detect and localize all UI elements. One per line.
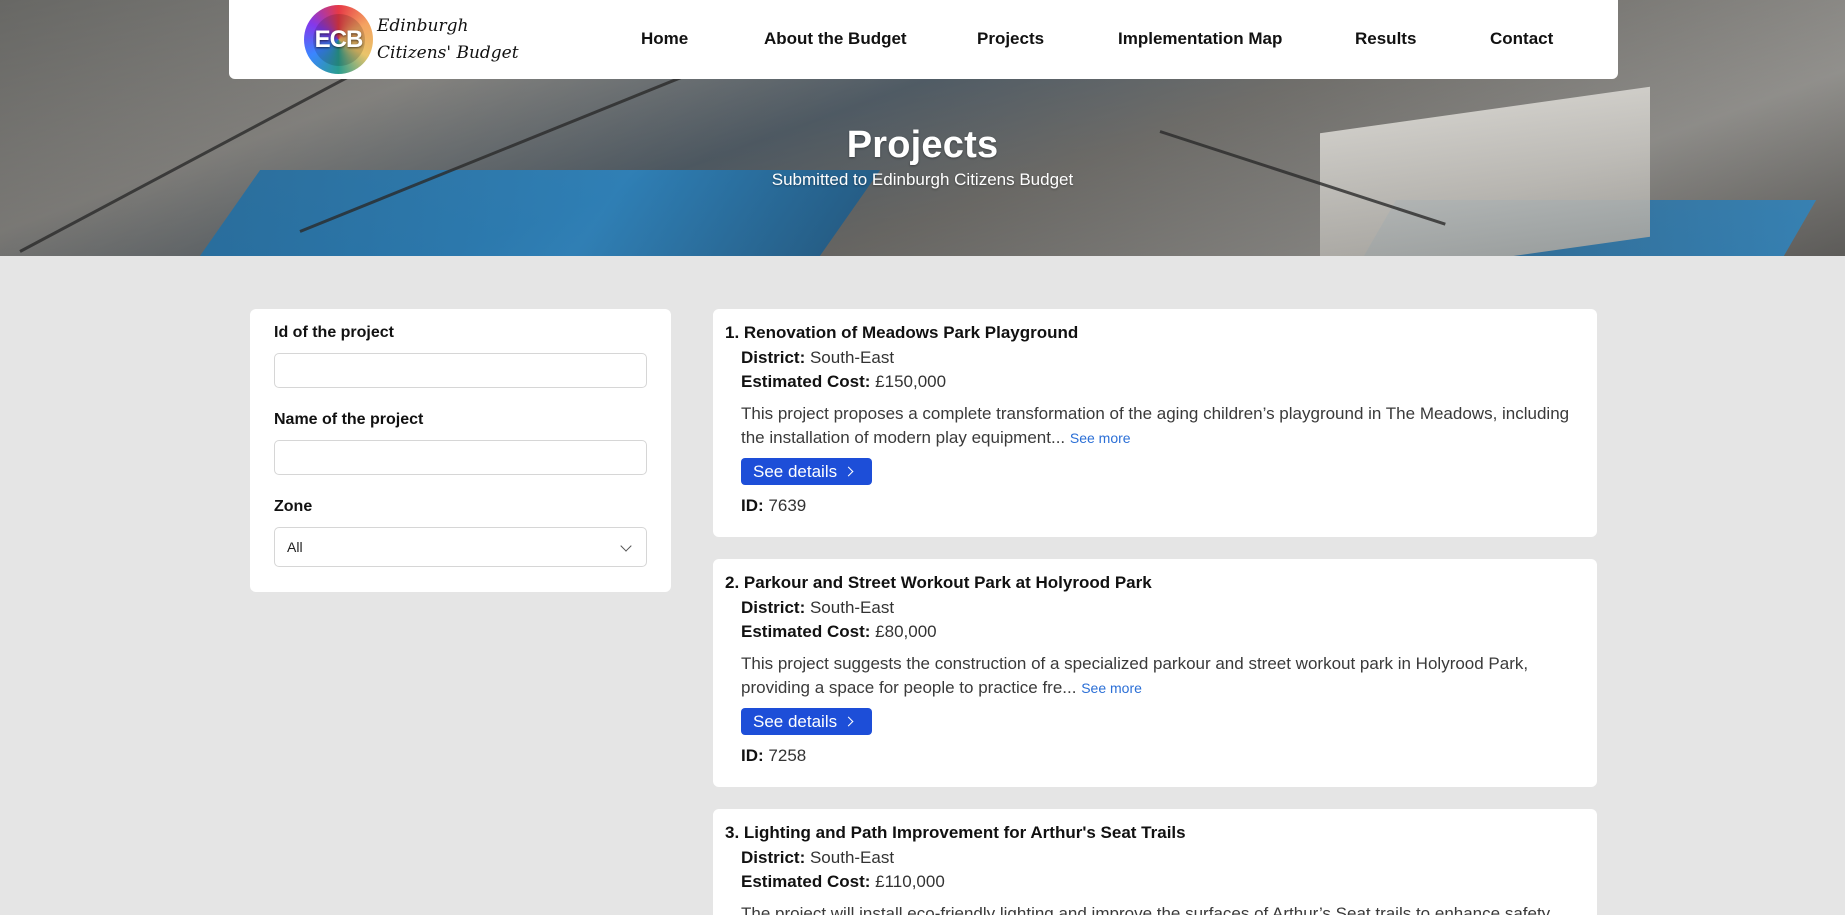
nav-contact[interactable]: Contact [1490, 29, 1553, 49]
project-id-input[interactable] [274, 353, 647, 388]
district-label: District: [741, 848, 806, 867]
project-card: 1. Renovation of Meadows Park Playground… [713, 309, 1597, 537]
district-value: South-East [809, 848, 895, 867]
page-title: Projects [846, 124, 999, 166]
nav-projects[interactable]: Projects [977, 29, 1044, 49]
project-description: The project will install eco-friendly li… [741, 902, 1586, 915]
logo-line-1: Edinburgh [377, 16, 469, 36]
nav-results[interactable]: Results [1355, 29, 1416, 49]
chevron-right-icon [843, 466, 854, 477]
see-more-link[interactable]: See more [1070, 430, 1131, 446]
project-id: ID: 7258 [741, 746, 806, 766]
project-card: 3. Lighting and Path Improvement for Art… [713, 809, 1597, 915]
cost-label: Estimated Cost: [741, 372, 871, 391]
project-cost: Estimated Cost: £110,000 [741, 872, 945, 892]
project-district: District: South-East [741, 348, 894, 368]
project-name-input[interactable] [274, 440, 647, 475]
nav-implementation-map[interactable]: Implementation Map [1118, 29, 1282, 49]
cost-value: £110,000 [875, 872, 945, 891]
nav-about-budget[interactable]: About the Budget [764, 29, 907, 49]
see-details-button[interactable]: See details [741, 708, 872, 735]
project-description: This project suggests the construction o… [741, 652, 1586, 700]
zone-select[interactable]: All [274, 527, 647, 567]
project-card: 2. Parkour and Street Workout Park at Ho… [713, 559, 1597, 787]
project-cost: Estimated Cost: £150,000 [741, 372, 946, 392]
project-description: This project proposes a complete transfo… [741, 402, 1586, 450]
zone-select-value: All [287, 539, 303, 555]
id-value: 7639 [768, 496, 807, 515]
zone-label: Zone [274, 498, 313, 515]
project-title[interactable]: 2. Parkour and Street Workout Park at Ho… [725, 573, 1152, 593]
top-navbar: ECB Edinburgh Citizens' Budget Home Abou… [229, 0, 1618, 79]
filter-panel: Id of the project Name of the project Zo… [250, 309, 671, 592]
cost-value: £150,000 [875, 372, 947, 391]
description-text: This project proposes a complete transfo… [741, 404, 1570, 447]
district-value: South-East [809, 348, 895, 367]
project-title[interactable]: 3. Lighting and Path Improvement for Art… [725, 823, 1186, 843]
project-name-label: Name of the project [274, 411, 424, 428]
district-value: South-East [809, 598, 895, 617]
chevron-right-icon [843, 716, 854, 727]
logo-initials: ECB [312, 13, 365, 66]
id-label: ID: [741, 496, 764, 515]
description-text: The project will install eco-friendly li… [741, 904, 1551, 915]
cost-label: Estimated Cost: [741, 872, 871, 891]
project-district: District: South-East [741, 848, 894, 868]
project-district: District: South-East [741, 598, 894, 618]
cost-value: £80,000 [875, 622, 937, 641]
id-label: ID: [741, 746, 764, 765]
project-cost: Estimated Cost: £80,000 [741, 622, 937, 642]
cost-label: Estimated Cost: [741, 622, 871, 641]
id-value: 7258 [768, 746, 807, 765]
see-more-link[interactable]: See more [1081, 680, 1142, 696]
project-id: ID: 7639 [741, 496, 806, 516]
chevron-down-icon [620, 540, 632, 552]
district-label: District: [741, 598, 806, 617]
district-label: District: [741, 348, 806, 367]
see-details-label: See details [753, 711, 838, 731]
see-details-button[interactable]: See details [741, 458, 872, 485]
page-subtitle: Submitted to Edinburgh Citizens Budget [771, 170, 1074, 189]
see-details-label: See details [753, 461, 838, 481]
logo-line-2: Citizens' Budget [377, 43, 519, 63]
project-id-label: Id of the project [274, 324, 394, 341]
logo[interactable]: ECB [304, 5, 373, 74]
nav-home[interactable]: Home [641, 29, 688, 49]
logo-text[interactable]: Edinburgh Citizens' Budget [377, 13, 519, 67]
project-title[interactable]: 1. Renovation of Meadows Park Playground [725, 323, 1078, 343]
